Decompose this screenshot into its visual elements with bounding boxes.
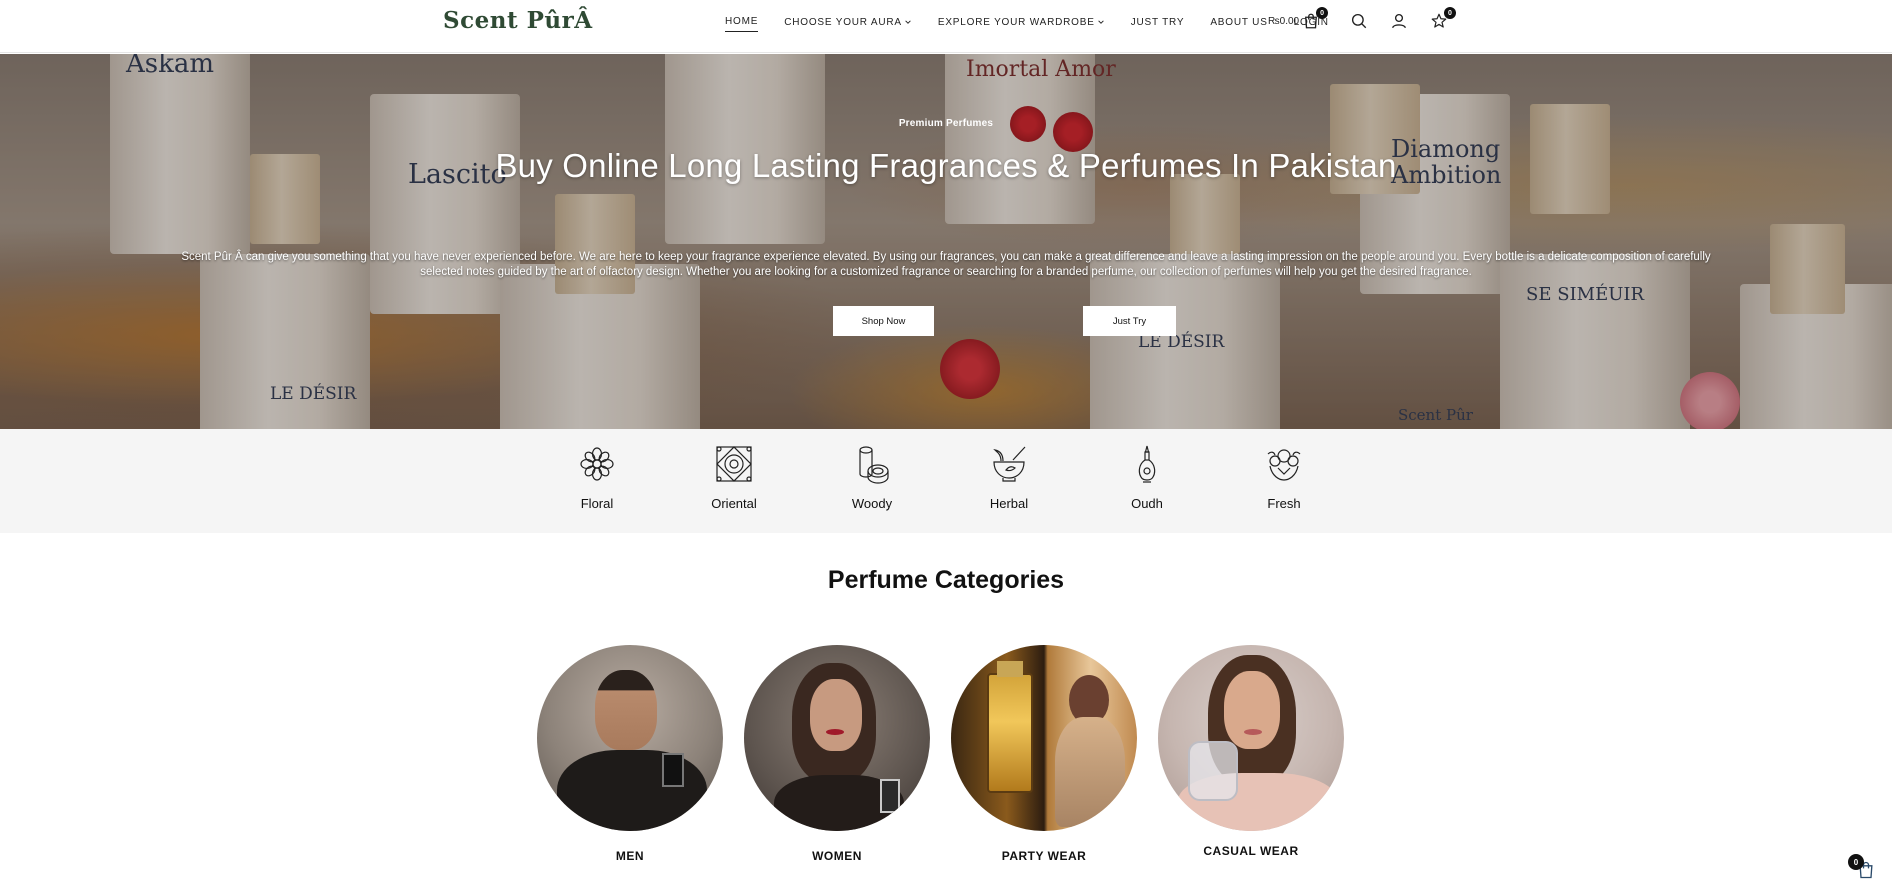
category-party-wear[interactable]: PARTY WEAR — [951, 645, 1137, 863]
category-party-wear-image — [951, 645, 1137, 831]
oriental-pattern-icon — [716, 446, 752, 482]
fragrance-type-label: Oudh — [1131, 496, 1163, 511]
portrait-face — [1224, 671, 1280, 749]
chevron-down-icon — [905, 20, 911, 24]
fragrance-type-label: Oriental — [711, 496, 757, 511]
hero-headline: Buy Online Long Lasting Fragrances & Per… — [495, 147, 1397, 184]
cart-icon-wrap: 0 — [1302, 7, 1329, 30]
oud-bottle-icon — [1138, 445, 1156, 483]
portrait-lips — [1244, 729, 1262, 735]
flower-icon — [580, 447, 614, 481]
user-icon — [1391, 13, 1407, 29]
account-button[interactable] — [1388, 10, 1410, 32]
nav-aura-label: CHOOSE YOUR AURA — [784, 16, 902, 28]
fragrance-types-bar: Floral Oriental Woody Herbal Oudh Fresh — [0, 429, 1892, 533]
main-nav: HOME CHOOSE YOUR AURA EXPLORE YOUR WARDR… — [725, 16, 1355, 32]
nav-choose-your-aura[interactable]: CHOOSE YOUR AURA — [784, 17, 912, 32]
portrait-face — [595, 670, 657, 750]
fragrance-type-woody[interactable]: Woody — [822, 444, 922, 511]
category-women-image — [744, 645, 930, 831]
fragrance-type-label: Fresh — [1267, 496, 1301, 511]
portrait-shirt — [557, 750, 707, 831]
category-women[interactable]: WOMEN — [744, 645, 930, 863]
nav-just-try[interactable]: JUST TRY — [1131, 17, 1185, 32]
nav-about-us[interactable]: ABOUT US — [1210, 17, 1267, 32]
bottle-cap-image — [997, 661, 1023, 677]
nav-home[interactable]: HOME — [725, 16, 759, 32]
wishlist-button[interactable]: 0 — [1428, 7, 1456, 32]
nav-home-label: HOME — [725, 16, 759, 27]
floating-cart-count-badge: 0 — [1848, 854, 1864, 870]
cart-count-badge: 0 — [1316, 7, 1329, 19]
wood-log-icon — [859, 446, 889, 484]
site-header: Scent PûrÂ HOME CHOOSE YOUR AURA EXPLORE… — [0, 0, 1892, 53]
nav-just-try-label: JUST TRY — [1130, 16, 1185, 28]
just-try-button[interactable]: Just Try — [1083, 306, 1176, 336]
nav-about-label: ABOUT US — [1210, 16, 1268, 28]
category-label: MEN — [615, 849, 645, 863]
wishlist-count-badge: 0 — [1444, 7, 1456, 19]
fragrance-type-oriental[interactable]: Oriental — [684, 444, 784, 511]
header-cart[interactable]: ₨0.00 0 — [1268, 7, 1329, 30]
category-casual-wear[interactable]: CASUAL WEAR — [1158, 645, 1344, 858]
perfume-bottle-image — [1188, 741, 1238, 801]
search-icon — [1351, 13, 1367, 29]
fragrance-type-oudh[interactable]: Oudh — [1097, 444, 1197, 511]
floating-cart-icon-wrap: 0 — [1848, 854, 1876, 880]
perfume-bottle-image — [880, 779, 900, 813]
shop-now-button[interactable]: Shop Now — [833, 306, 934, 336]
floating-cart-button[interactable]: 0 — [1848, 854, 1881, 885]
mortar-herb-icon — [993, 446, 1026, 482]
category-label: WOMEN — [812, 849, 862, 863]
category-casual-wear-image — [1158, 645, 1344, 831]
cart-total: ₨0.00 — [1268, 15, 1300, 27]
fragrance-type-floral[interactable]: Floral — [547, 444, 647, 511]
fragrance-type-label: Woody — [851, 496, 893, 511]
category-label: CASUAL WEAR — [1203, 844, 1299, 858]
fragrance-type-fresh[interactable]: Fresh — [1234, 444, 1334, 511]
chevron-down-icon — [1097, 20, 1104, 24]
category-men[interactable]: MEN — [537, 645, 723, 863]
fragrance-type-label: Floral — [580, 496, 614, 511]
fresh-bouquet-icon — [1267, 449, 1301, 481]
portrait-lips — [826, 729, 844, 735]
search-button[interactable] — [1348, 10, 1370, 32]
wishlist-icon-wrap: 0 — [1430, 7, 1456, 30]
perfume-bottle-image — [987, 673, 1033, 793]
nav-wardrobe-label: EXPLORE YOUR WARDROBE — [937, 16, 1095, 28]
fragrance-type-label: Herbal — [989, 496, 1029, 511]
perfume-bottle-image — [662, 753, 684, 787]
category-men-image — [537, 645, 723, 831]
fragrance-type-herbal[interactable]: Herbal — [959, 444, 1059, 511]
portrait-dress — [1055, 717, 1125, 827]
nav-explore-your-wardrobe[interactable]: EXPLORE YOUR WARDROBE — [938, 17, 1105, 32]
site-logo[interactable]: Scent PûrÂ — [443, 7, 593, 34]
hero-description: Scent Pûr Â can give you something that … — [181, 251, 1711, 278]
hero-content: Premium Perfumes Buy Online Long Lasting… — [0, 54, 1892, 429]
portrait-face — [810, 679, 862, 751]
hero-banner: Askam Lascito Imortal Amor Diamong Ambit… — [0, 54, 1892, 429]
section-title-categories: Perfume Categories — [827, 566, 1065, 594]
category-label: PARTY WEAR — [1001, 849, 1087, 863]
hero-eyebrow: Premium Perfumes — [898, 118, 994, 129]
